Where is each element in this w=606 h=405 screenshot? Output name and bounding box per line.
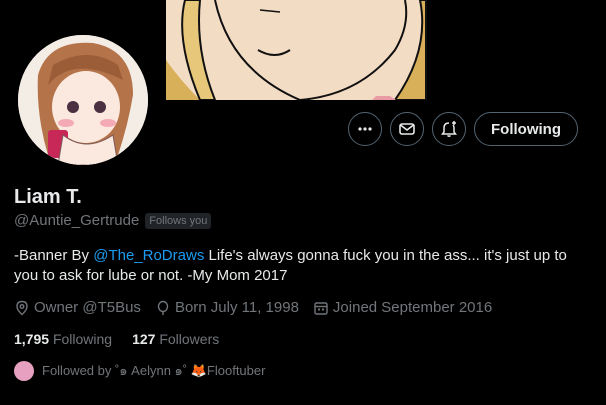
more-button[interactable] <box>348 112 383 146</box>
follows-you-badge: Follows you <box>145 212 212 229</box>
display-name: Liam T. <box>14 186 82 208</box>
balloon-icon <box>157 300 169 315</box>
followers-label: Followers <box>159 331 220 347</box>
profile-actions: Following <box>348 112 578 146</box>
follow-stats: 1,795 Following 127 Followers <box>14 331 219 347</box>
location-text: Owner @T5Bus <box>34 299 141 316</box>
handle-row: @Auntie_Gertrude Follows you <box>14 212 212 229</box>
profile-bio: -Banner By @The_RoDraws Life's always go… <box>14 246 584 286</box>
more-icon <box>358 127 372 131</box>
bell-plus-icon <box>441 121 458 137</box>
joined-text: Joined September 2016 <box>332 299 493 316</box>
bio-mention-link[interactable]: @The_RoDraws <box>93 247 204 264</box>
profile-avatar[interactable] <box>16 33 150 167</box>
user-handle: @Auntie_Gertrude <box>14 212 140 229</box>
followers-count: 127 <box>132 331 156 347</box>
avatar-image <box>18 35 148 165</box>
message-button[interactable] <box>390 112 425 146</box>
calendar-icon <box>314 301 328 315</box>
profile-meta: Owner @T5Bus Born July 11, 1998 Joined S… <box>14 299 492 316</box>
followed-by[interactable]: Followed by ˚๑ Aelynn ๑˚ 🦊Flooftuber <box>14 360 265 381</box>
followers-stat[interactable]: 127 Followers <box>132 331 219 347</box>
following-count: 1,795 <box>14 331 50 347</box>
followed-by-text: Followed by ˚๑ Aelynn ๑˚ 🦊Flooftuber <box>42 363 266 378</box>
following-label: Following <box>52 331 113 347</box>
birthday-text: Born July 11, 1998 <box>174 299 299 316</box>
joined-item: Joined September 2016 <box>313 299 492 316</box>
location-pin-icon <box>16 300 28 315</box>
birthday-item: Born July 11, 1998 <box>155 299 299 316</box>
notify-button[interactable] <box>432 112 467 146</box>
follower-avatar <box>14 360 34 381</box>
following-button[interactable]: Following <box>474 112 578 146</box>
bio-prefix: -Banner By <box>14 247 94 264</box>
location-item: Owner @T5Bus <box>14 299 141 316</box>
following-stat[interactable]: 1,795 Following <box>14 331 112 347</box>
envelope-icon <box>399 123 415 135</box>
